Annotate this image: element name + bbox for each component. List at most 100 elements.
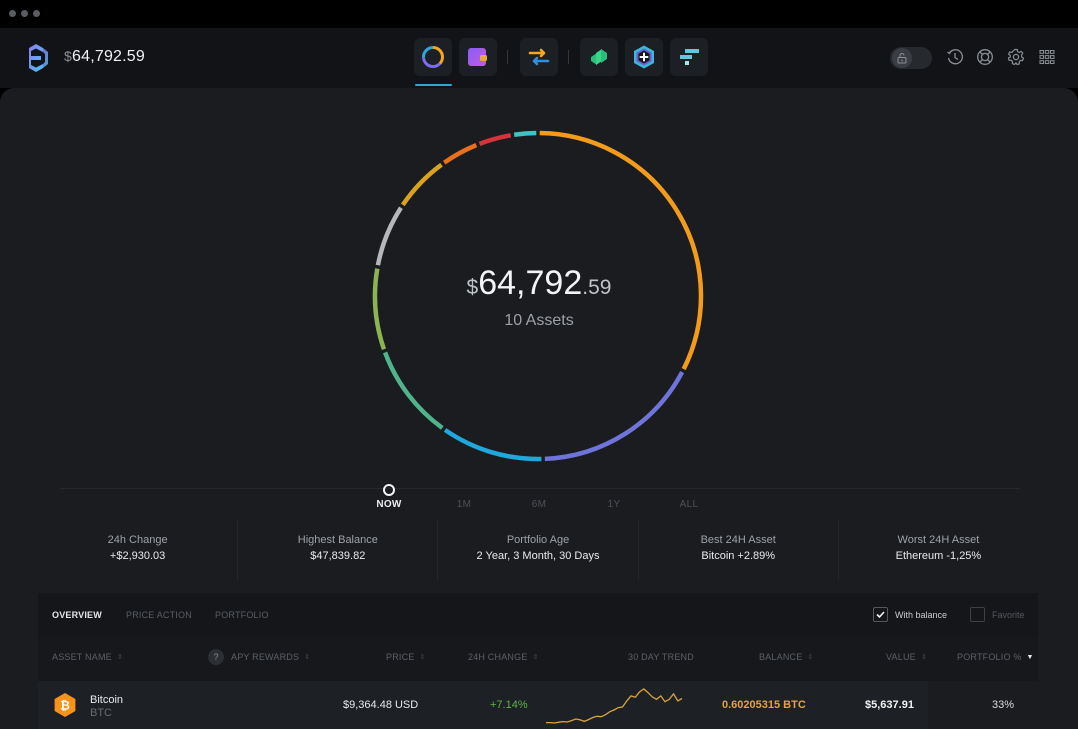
top-bar: $64,792.59	[0, 28, 1078, 88]
favorite-checkbox[interactable]	[970, 607, 985, 622]
sort-icon: ⇕	[807, 654, 814, 661]
stat-portfolio-age: Portfolio Age 2 Year, 3 Month, 30 Days	[438, 520, 639, 580]
lock-toggle[interactable]	[890, 47, 932, 69]
col-label: PRICE	[386, 652, 415, 662]
history-icon[interactable]	[945, 47, 965, 67]
asset-30-day-trend	[546, 688, 683, 724]
allocation-segment[interactable]	[382, 351, 444, 430]
col-label: 30 DAY TREND	[628, 652, 694, 662]
col-price[interactable]: PRICE ⇕	[386, 652, 426, 662]
col-asset-name[interactable]: ASSET NAME ⇕	[52, 652, 123, 662]
stat-value: $47,839.82	[310, 550, 366, 562]
nav-exchange-button[interactable]	[520, 38, 558, 76]
col-label: BALANCE	[759, 652, 803, 662]
stat-value: 2 Year, 3 Month, 30 Days	[476, 550, 600, 562]
nav-wallet-button[interactable]	[459, 38, 497, 76]
allocation-segment[interactable]	[443, 428, 542, 462]
table-row[interactable]: ₿ Bitcoin BTC $9,364.48 USD +7.14% 0.602…	[38, 681, 928, 729]
assets-count: 10 Assets	[504, 312, 574, 329]
support-icon[interactable]	[975, 47, 995, 67]
sort-icon: ⇕	[116, 654, 123, 661]
stat-label: Worst 24H Asset	[897, 534, 980, 546]
favorite-label[interactable]: Favorite	[992, 610, 1025, 620]
sort-icon: ⇕	[304, 654, 311, 661]
timeline-selected-marker[interactable]	[383, 484, 395, 496]
nav-ftx-button[interactable]	[670, 38, 708, 76]
apps-grid-icon[interactable]	[1037, 47, 1057, 67]
with-balance-checkbox[interactable]	[873, 607, 888, 622]
nav-divider	[568, 50, 569, 64]
sort-desc-icon: ▼	[1026, 654, 1034, 661]
assets-tabs: OVERVIEW PRICE ACTION PORTFOLIO With bal…	[38, 593, 1038, 637]
timeline-all[interactable]: ALL	[680, 499, 699, 510]
timeline-1y[interactable]: 1Y	[608, 499, 621, 510]
allocation-segment[interactable]	[400, 162, 443, 207]
col-portfolio-pct[interactable]: PORTFOLIO % ▼	[957, 652, 1034, 662]
stat-highest-balance: Highest Balance $47,839.82	[238, 520, 439, 580]
timeline-now[interactable]: NOW	[376, 499, 401, 510]
portfolio-total-currency: $	[466, 276, 479, 299]
col-balance[interactable]: BALANCE ⇕	[759, 652, 814, 662]
asset-balance: 0.60205315 BTC	[722, 699, 806, 711]
asset-24h-change: +7.14%	[490, 699, 528, 711]
header-balance-currency: $	[64, 48, 72, 64]
sort-icon: ⇕	[419, 654, 426, 661]
asset-name: Bitcoin	[90, 694, 124, 706]
asset-value: $5,637.91	[865, 699, 914, 711]
col-label: PORTFOLIO %	[957, 652, 1022, 662]
col-24h-change[interactable]: 24H CHANGE ⇕	[468, 652, 539, 662]
allocation-segment[interactable]	[539, 130, 704, 371]
portfolio-ring-icon	[422, 46, 444, 68]
settings-icon[interactable]	[1006, 47, 1026, 67]
window-close-button[interactable]	[9, 10, 16, 17]
window-minimize-button[interactable]	[21, 10, 28, 17]
tab-portfolio[interactable]: PORTFOLIO	[215, 610, 269, 620]
col-label: 24H CHANGE	[468, 652, 528, 662]
with-balance-label[interactable]: With balance	[895, 610, 947, 620]
col-value[interactable]: VALUE ⇕	[886, 652, 927, 662]
header-balance-amount: 64,792.59	[72, 48, 145, 65]
allocation-segment[interactable]	[513, 130, 537, 137]
portfolio-total-cents: .59	[582, 276, 612, 299]
stat-value: +$2,930.03	[109, 550, 166, 562]
timeline-1m[interactable]: 1M	[457, 499, 472, 510]
timeline-6m[interactable]: 6M	[532, 499, 547, 510]
window-maximize-button[interactable]	[33, 10, 40, 17]
asset-ticker: BTC	[90, 707, 112, 719]
asset-portfolio-pct: 33%	[992, 699, 1015, 711]
nav-portfolio-button[interactable]	[414, 38, 452, 76]
portfolio-stats: 24h Change +$2,930.03 Highest Balance $47,…	[38, 520, 1038, 580]
unlock-icon	[892, 48, 912, 68]
stat-value: Ethereum -1,25%	[895, 550, 982, 562]
stat-label: Highest Balance	[297, 534, 378, 546]
bitcoin-icon: ₿	[54, 693, 76, 717]
allocation-segment[interactable]	[478, 133, 512, 146]
allocation-segment[interactable]	[544, 371, 685, 462]
nav-add-app-button[interactable]	[625, 38, 663, 76]
exchange-arrows-icon	[528, 48, 550, 66]
wallet-icon	[468, 48, 487, 66]
col-30-day-trend: 30 DAY TREND	[628, 652, 694, 662]
tab-overview[interactable]: OVERVIEW	[52, 610, 102, 620]
allocation-segment[interactable]	[375, 206, 403, 266]
stat-label: Portfolio Age	[506, 534, 570, 546]
tab-price-action[interactable]: PRICE ACTION	[126, 610, 192, 620]
compound-app-icon	[591, 49, 607, 65]
nav-compound-button[interactable]	[580, 38, 618, 76]
portfolio-total-whole: 64,792	[478, 264, 583, 302]
sort-icon: ⇕	[920, 654, 927, 661]
svg-text:₿: ₿	[60, 699, 70, 713]
table-row-tail: 33%	[928, 681, 1038, 729]
trend-line	[546, 688, 683, 724]
stat-best-asset: Best 24H Asset Bitcoin +2.89%	[639, 520, 839, 580]
checkmark-icon	[876, 611, 885, 619]
col-apy-rewards[interactable]: APY REWARDS ⇕	[231, 652, 310, 662]
apy-help-button[interactable]: ?	[208, 649, 224, 665]
portfolio-main: $64,792.59 10 Assets NOW 1M 6M 1Y ALL 24…	[0, 88, 1078, 729]
col-label: APY REWARDS	[231, 652, 300, 662]
exodus-logo-icon	[20, 42, 52, 74]
stat-label: Best 24H Asset	[700, 534, 776, 546]
stat-worst-asset: Worst 24H Asset Ethereum -1,25%	[839, 520, 1038, 580]
allocation-segment[interactable]	[442, 143, 478, 165]
asset-price: $9,364.48 USD	[343, 699, 419, 711]
